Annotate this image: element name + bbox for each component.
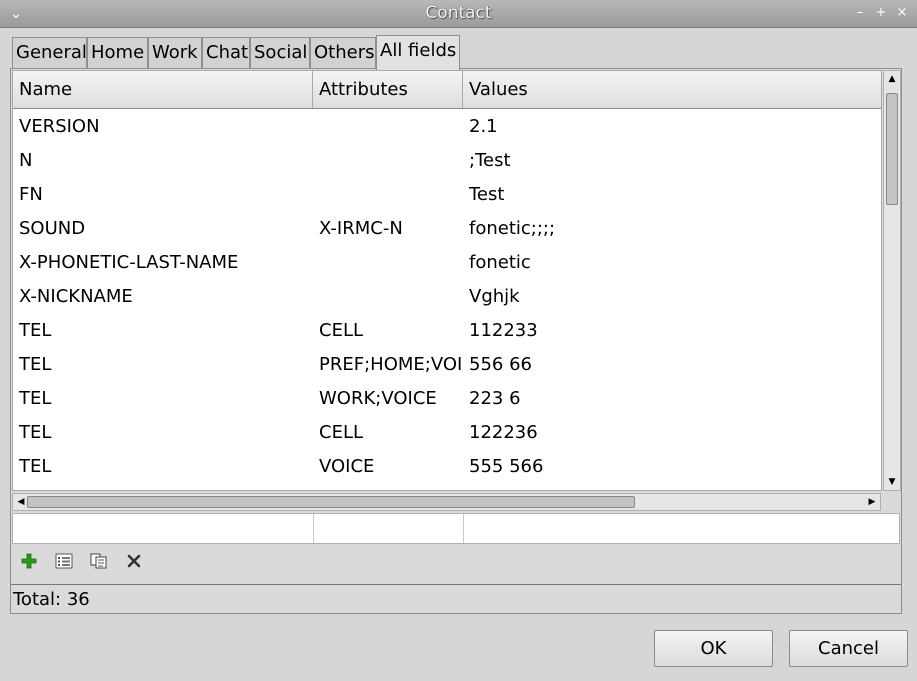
scroll-right-arrow-icon[interactable]: ▶ <box>864 494 880 510</box>
cell-value: 223 6 <box>469 388 521 409</box>
cell-name: TEL <box>19 456 52 477</box>
table-header: Name Attributes Values <box>13 71 881 109</box>
title-bar[interactable]: ⌄ Contact – + × <box>0 0 917 28</box>
window-title: Contact <box>425 3 492 23</box>
copy-icon[interactable] <box>88 553 110 575</box>
tab-all-fields[interactable]: All fields <box>376 35 460 70</box>
cell-attributes <box>313 178 463 212</box>
cell-attributes <box>313 144 463 178</box>
table-row[interactable]: TEL VOICE 555 566 <box>13 450 881 484</box>
vertical-scrollbar[interactable]: ▲ ▼ <box>883 70 901 491</box>
cell-attributes: WORK;VOICE <box>319 388 437 409</box>
close-icon[interactable]: × <box>894 5 910 21</box>
cell-value: Vghjk <box>469 286 520 307</box>
cell-name: TEL <box>19 388 52 409</box>
cell-value: fonetic;;;; <box>469 218 556 239</box>
new-field-row <box>12 513 900 544</box>
table-row[interactable]: TEL CELL 122236 <box>13 416 881 450</box>
delete-icon[interactable] <box>123 553 145 575</box>
tab-chat[interactable]: Chat <box>202 37 250 69</box>
cell-name: TEL <box>19 320 52 341</box>
table-row[interactable]: TEL PREF;HOME;VOICE 556 66 <box>13 348 881 382</box>
cancel-button[interactable]: Cancel <box>789 630 908 667</box>
tab-work[interactable]: Work <box>148 37 202 69</box>
cell-name: TEL <box>19 422 52 443</box>
all-fields-panel: Name Attributes Values VERSION 2.1 N ;Test F… <box>10 68 902 614</box>
cell-name: X-NICKNAME <box>19 286 133 307</box>
column-header-attributes[interactable]: Attributes <box>313 71 463 108</box>
cell-attributes: CELL <box>319 320 363 341</box>
column-header-values[interactable]: Values <box>463 71 881 108</box>
new-field-value-input[interactable] <box>464 514 899 543</box>
cell-name: N <box>19 150 33 171</box>
horizontal-scrollbar[interactable]: ◀ ▶ <box>12 493 881 511</box>
table-row[interactable]: FN Test <box>13 178 881 212</box>
cell-name: TEL <box>19 354 52 375</box>
table-row[interactable]: SOUND X-IRMC-N fonetic;;;; <box>13 212 881 246</box>
cell-name: FN <box>19 184 43 205</box>
cell-name: VERSION <box>19 116 100 137</box>
cell-attributes: PREF;HOME;VOICE <box>319 354 463 375</box>
new-field-attributes-input[interactable] <box>314 514 464 543</box>
tab-home[interactable]: Home <box>87 37 148 69</box>
list-icon[interactable] <box>53 553 75 575</box>
cell-value: fonetic <box>469 252 531 273</box>
cell-name: X-PHONETIC-LAST-NAME <box>19 252 239 273</box>
cell-value: 2.1 <box>469 116 498 137</box>
cell-attributes <box>313 280 463 314</box>
cell-name: SOUND <box>19 218 86 239</box>
cell-attributes: X-IRMC-N <box>319 218 403 239</box>
tab-social[interactable]: Social <box>250 37 310 69</box>
table-row[interactable]: VERSION 2.1 <box>13 110 881 144</box>
table-row[interactable]: TEL CELL 112233 <box>13 314 881 348</box>
table-row[interactable]: TEL WORK;VOICE 223 6 <box>13 382 881 416</box>
new-field-name-input[interactable] <box>13 514 314 543</box>
cell-value: 112233 <box>469 320 538 341</box>
cell-attributes: VOICE <box>319 456 375 477</box>
cell-attributes <box>313 246 463 280</box>
scroll-down-arrow-icon[interactable]: ▼ <box>884 474 900 490</box>
table-row[interactable]: N ;Test <box>13 144 881 178</box>
cell-value: Test <box>469 184 505 205</box>
tab-others[interactable]: Others <box>310 37 376 69</box>
status-total: Total: 36 <box>11 584 901 614</box>
minimize-icon[interactable]: – <box>852 5 868 21</box>
cell-attributes: CELL <box>319 422 363 443</box>
cell-attributes <box>313 110 463 144</box>
cell-value: 555 566 <box>469 456 544 477</box>
cell-value: 122236 <box>469 422 538 443</box>
fields-table[interactable]: Name Attributes Values VERSION 2.1 N ;Test F… <box>12 70 882 491</box>
maximize-icon[interactable]: + <box>873 5 889 21</box>
table-row[interactable]: X-NICKNAME Vghjk <box>13 280 881 314</box>
vertical-scroll-thumb[interactable] <box>886 93 898 205</box>
ok-button[interactable]: OK <box>654 630 773 667</box>
horizontal-scroll-thumb[interactable] <box>27 496 635 508</box>
cell-value: 556 66 <box>469 354 532 375</box>
cell-value: ;Test <box>469 150 511 171</box>
plus-icon[interactable] <box>18 553 40 575</box>
column-header-name[interactable]: Name <box>13 71 313 108</box>
table-row[interactable]: X-PHONETIC-LAST-NAME fonetic <box>13 246 881 280</box>
tab-general[interactable]: General <box>12 37 87 69</box>
field-toolbar <box>11 547 901 583</box>
scroll-up-arrow-icon[interactable]: ▲ <box>884 71 900 87</box>
